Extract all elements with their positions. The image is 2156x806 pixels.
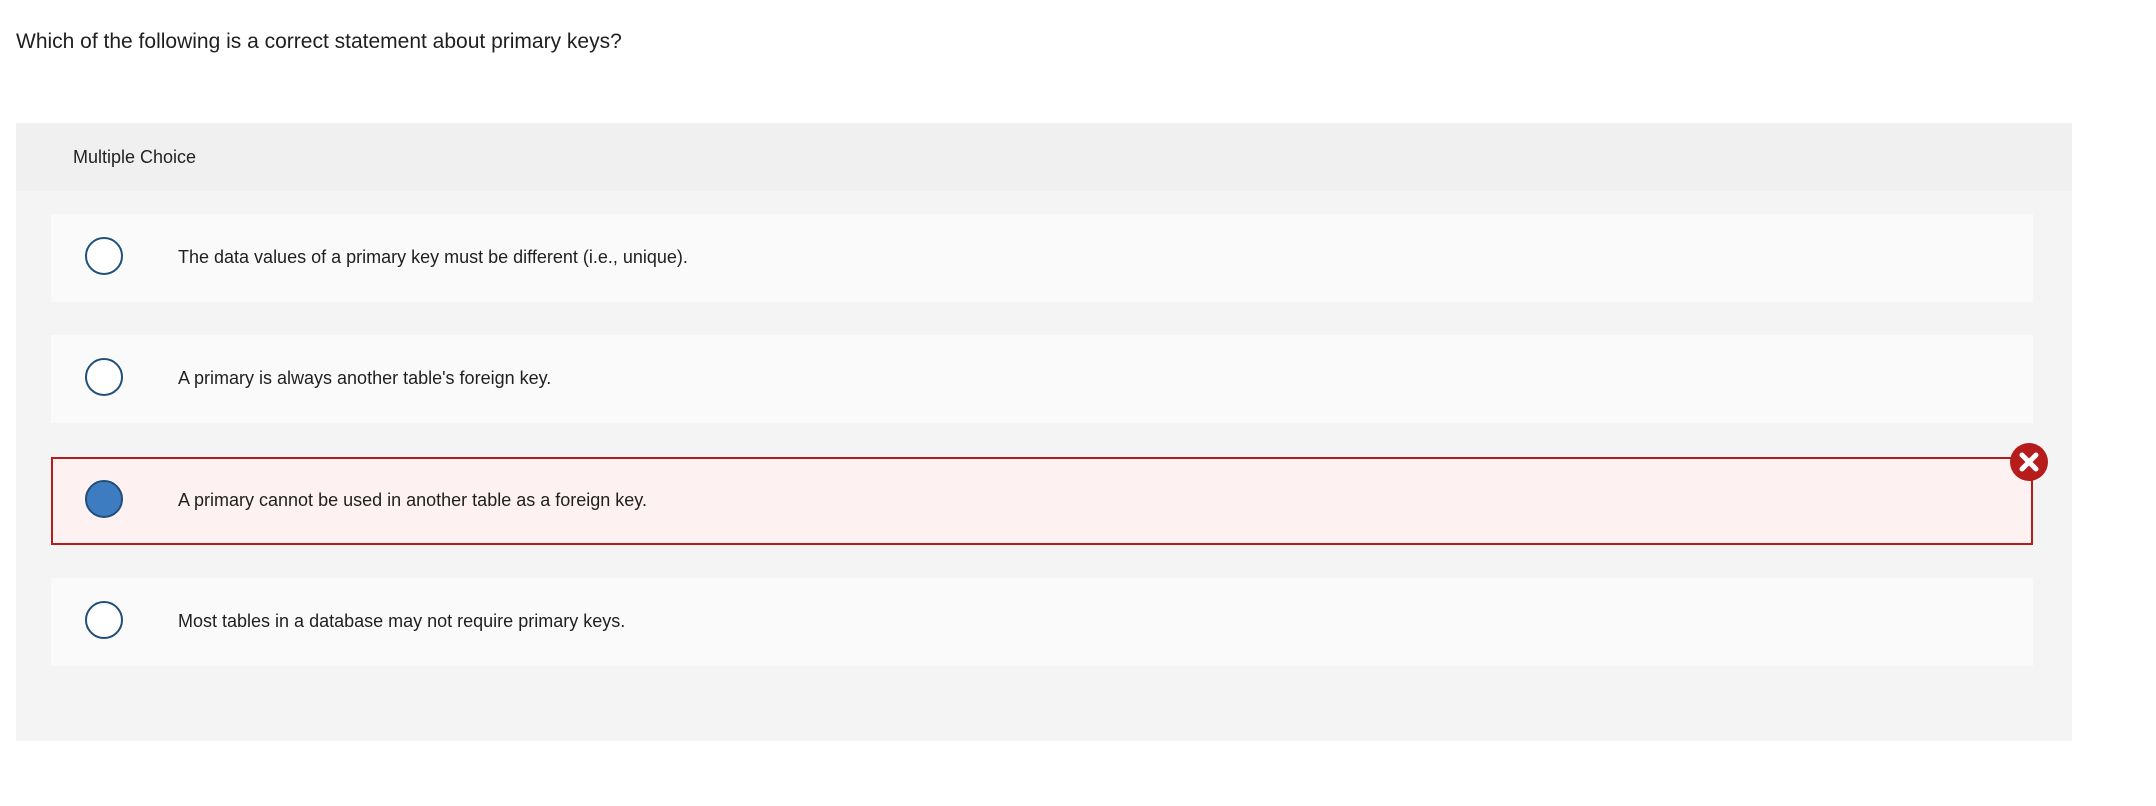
answer-choice-1[interactable]: The data values of a primary key must be… <box>51 214 2033 302</box>
answer-choice-4[interactable]: Most tables in a database may not requir… <box>51 578 2033 666</box>
multiple-choice-panel: Multiple Choice The data values of a pri… <box>16 123 2072 741</box>
radio-button[interactable] <box>85 601 123 639</box>
answer-choice-label: Most tables in a database may not requir… <box>178 611 626 631</box>
question-text: Which of the following is a correct stat… <box>16 30 622 53</box>
question-type-label: Multiple Choice <box>73 147 197 167</box>
radio-button[interactable] <box>85 237 123 275</box>
radio-button[interactable] <box>85 358 123 396</box>
panel-header: Multiple Choice <box>16 123 2072 191</box>
close-icon <box>2010 443 2048 481</box>
incorrect-badge <box>2010 443 2048 481</box>
answer-choice-label: A primary cannot be used in another tabl… <box>178 490 647 510</box>
radio-button-selected[interactable] <box>85 480 123 518</box>
answer-choice-3-selected-incorrect[interactable]: A primary cannot be used in another tabl… <box>51 457 2033 545</box>
answer-choice-label: The data values of a primary key must be… <box>178 247 688 267</box>
answer-choice-2[interactable]: A primary is always another table's fore… <box>51 335 2033 423</box>
answer-choice-label: A primary is always another table's fore… <box>178 368 552 388</box>
